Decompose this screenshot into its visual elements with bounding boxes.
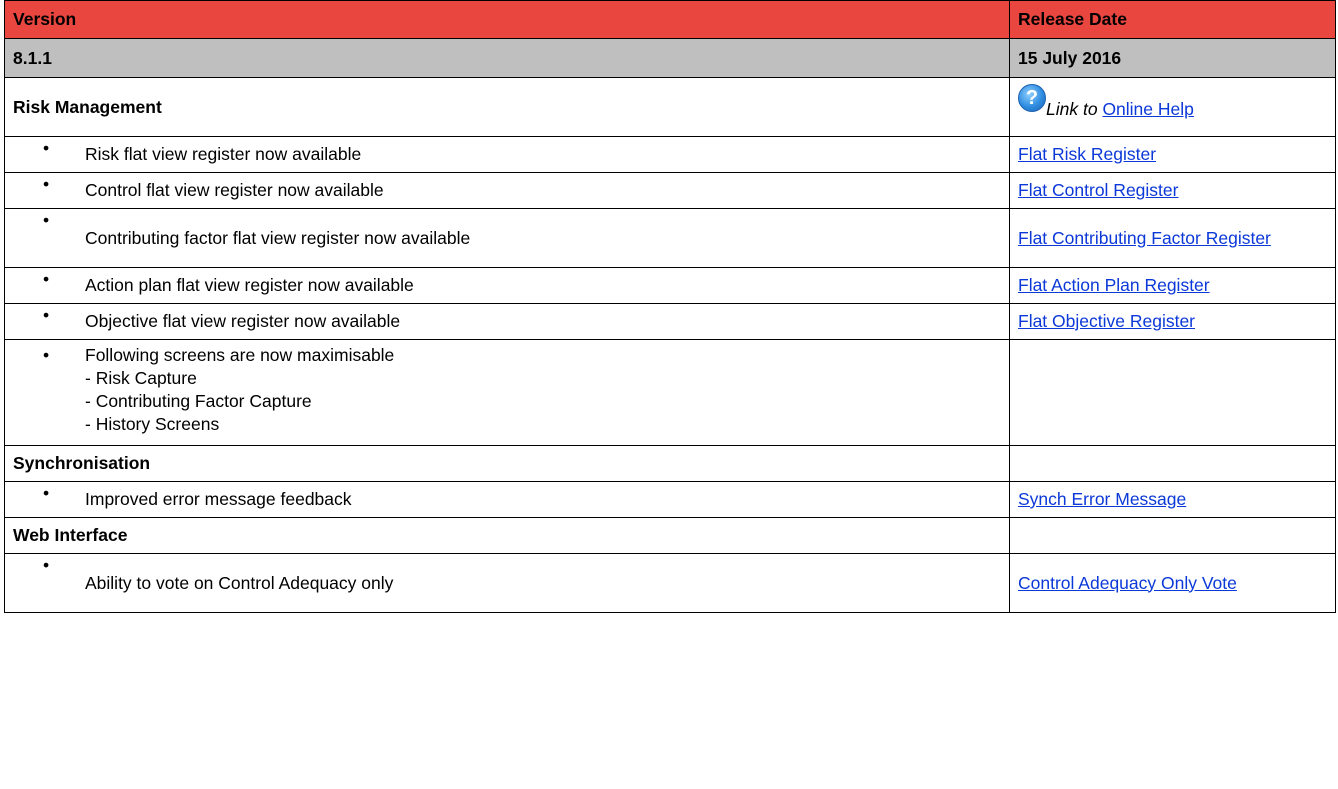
- table-row: • Risk flat view register now available F…: [4, 136, 1336, 173]
- synch-error-message-link[interactable]: Synch Error Message: [1018, 489, 1186, 509]
- link-cell: Synch Error Message: [1009, 481, 1336, 518]
- feature-text: Objective flat view register now availab…: [85, 311, 401, 331]
- online-help-link[interactable]: Online Help: [1102, 99, 1193, 119]
- link-cell: Control Adequacy Only Vote: [1009, 553, 1336, 613]
- feature-item: • Improved error message feedback: [4, 481, 1010, 518]
- table-row: • Contributing factor flat view register …: [4, 208, 1336, 268]
- feature-item: • Contributing factor flat view register …: [4, 208, 1010, 268]
- feature-item: • Control flat view register now availabl…: [4, 172, 1010, 209]
- feature-item: • Ability to vote on Control Adequacy onl…: [4, 553, 1010, 613]
- bullet: •: [43, 269, 50, 289]
- flat-action-plan-register-link[interactable]: Flat Action Plan Register: [1018, 275, 1210, 295]
- feature-item: • Objective flat view register now availa…: [4, 303, 1010, 340]
- flat-risk-register-link[interactable]: Flat Risk Register: [1018, 144, 1156, 164]
- feature-text: Following screens are now maximisable: [85, 345, 395, 365]
- empty-cell: [1009, 339, 1336, 446]
- bullet: •: [43, 483, 50, 503]
- feature-text: Improved error message feedback: [85, 489, 352, 509]
- bullet: •: [43, 555, 50, 575]
- header-row: Version Release Date: [4, 0, 1336, 39]
- table-row: • Objective flat view register now availa…: [4, 303, 1336, 340]
- release-date: 15 July 2016: [1009, 38, 1336, 78]
- table-row: • Action plan flat view register now avai…: [4, 267, 1336, 304]
- feature-text: Ability to vote on Control Adequacy only: [85, 572, 394, 593]
- question-mark-icon[interactable]: ?: [1018, 83, 1046, 112]
- empty-cell: [1009, 445, 1336, 482]
- version-column-header: Version: [4, 0, 1010, 39]
- version-row: 8.1.1 15 July 2016: [4, 38, 1336, 78]
- bullet: •: [43, 174, 50, 194]
- link-cell: Flat Risk Register: [1009, 136, 1336, 173]
- section-row-synchronisation: Synchronisation: [4, 445, 1336, 482]
- section-row-risk-management: Risk Management ? Link to Online Help: [4, 77, 1336, 137]
- flat-objective-register-link[interactable]: Flat Objective Register: [1018, 311, 1195, 331]
- feature-item: • Following screens are now maximisable - …: [4, 339, 1010, 446]
- bullet: •: [43, 138, 50, 158]
- flat-control-register-link[interactable]: Flat Control Register: [1018, 180, 1178, 200]
- section-title-synchronisation: Synchronisation: [4, 445, 1010, 482]
- release-notes-table: Version Release Date 8.1.1 15 July 2016 …: [4, 0, 1336, 613]
- link-cell: Flat Objective Register: [1009, 303, 1336, 340]
- link-cell: Flat Action Plan Register: [1009, 267, 1336, 304]
- control-adequacy-only-vote-link[interactable]: Control Adequacy Only Vote: [1018, 573, 1237, 593]
- sub-item: - History Screens: [85, 414, 220, 434]
- sub-item: - Contributing Factor Capture: [85, 391, 312, 411]
- feature-text: Risk flat view register now available: [85, 144, 362, 164]
- section-row-web-interface: Web Interface: [4, 517, 1336, 554]
- release-date-column-header: Release Date: [1009, 0, 1336, 39]
- link-cell: Flat Control Register: [1009, 172, 1336, 209]
- empty-cell: [1009, 517, 1336, 554]
- bullet: •: [43, 345, 50, 365]
- feature-item: • Action plan flat view register now avai…: [4, 267, 1010, 304]
- link-cell: Flat Contributing Factor Register: [1009, 208, 1336, 268]
- online-help-cell: ? Link to Online Help: [1009, 77, 1336, 137]
- bullet: •: [43, 305, 50, 325]
- feature-text: Control flat view register now available: [85, 180, 384, 200]
- feature-text: Action plan flat view register now avail…: [85, 275, 414, 295]
- feature-item: • Risk flat view register now available: [4, 136, 1010, 173]
- bullet: •: [43, 210, 50, 230]
- version-number: 8.1.1: [4, 38, 1010, 78]
- table-row: • Control flat view register now availabl…: [4, 172, 1336, 209]
- link-prefix: Link to: [1046, 98, 1098, 119]
- table-row: • Following screens are now maximisable - …: [4, 339, 1336, 446]
- section-title-risk-management: Risk Management: [4, 77, 1010, 137]
- sub-item: - Risk Capture: [85, 368, 197, 388]
- feature-text: Contributing factor flat view register n…: [85, 227, 471, 248]
- table-row: • Ability to vote on Control Adequacy onl…: [4, 553, 1336, 613]
- flat-contributing-factor-register-link[interactable]: Flat Contributing Factor Register: [1018, 228, 1271, 248]
- section-title-web-interface: Web Interface: [4, 517, 1010, 554]
- table-row: • Improved error message feedback Synch E…: [4, 481, 1336, 518]
